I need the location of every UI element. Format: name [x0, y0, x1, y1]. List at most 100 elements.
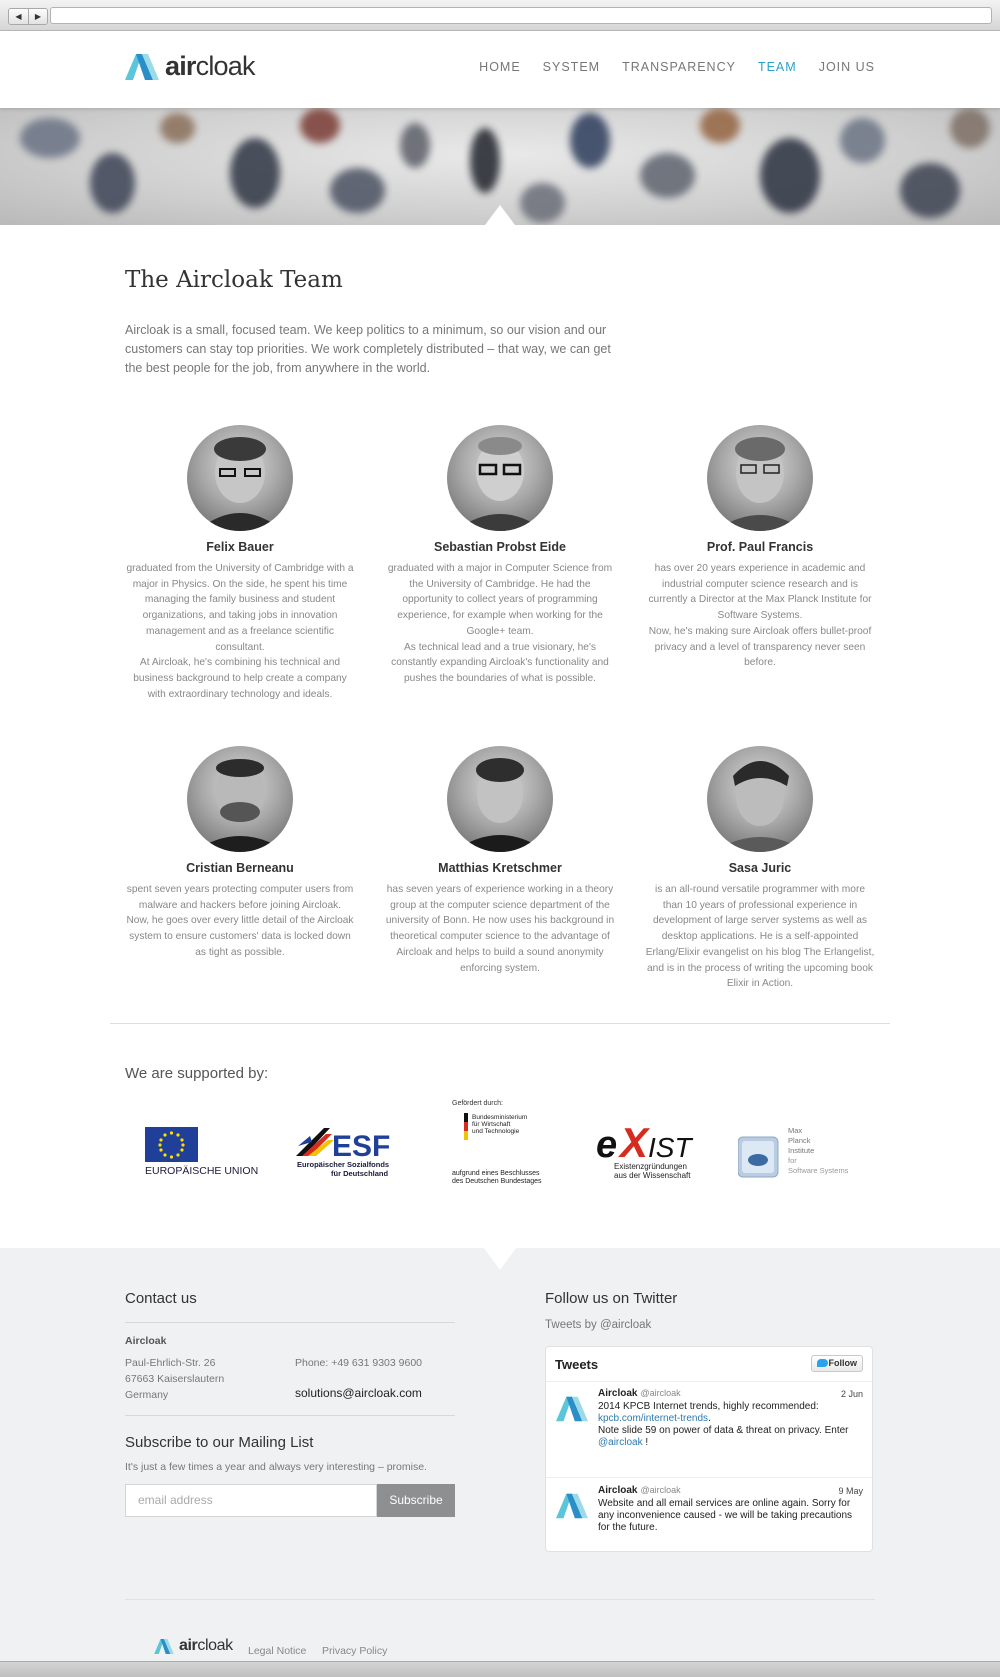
twitter-bird-icon — [817, 1359, 828, 1367]
hero-notch — [485, 205, 515, 225]
tweet-text: Website and all email services are onlin… — [598, 1498, 853, 1533]
nav-transparency[interactable]: TRANSPARENCY — [622, 60, 736, 74]
tweet-text: 2014 KPCB Internet trends, highly recomm… — [598, 1401, 849, 1448]
privacy-policy-link[interactable]: Privacy Policy — [322, 1645, 387, 1657]
forward-icon[interactable]: ▶ — [28, 9, 47, 24]
bmwi-funded-by: Gefördert durch: — [452, 1100, 503, 1107]
member-bio: has over 20 years experience in academic… — [648, 563, 872, 669]
nav-system[interactable]: SYSTEM — [543, 60, 600, 74]
mpi-line-3: Institute — [788, 1146, 814, 1155]
address-city: 67663 Kaiserslautern — [125, 1373, 225, 1385]
tweet-link[interactable]: kpcb.com/internet-trends — [598, 1413, 708, 1424]
contact-title: Contact us — [125, 1290, 197, 1307]
aircloak-logo[interactable]: aircloak — [125, 51, 255, 82]
eu-logo: EUROPÄISCHE UNION — [145, 1127, 258, 1177]
twitter-widget: Tweets Follow Aircloak @aircloak 2 Jun 20… — [545, 1346, 873, 1552]
back-icon[interactable]: ◀ — [9, 9, 28, 24]
email-input[interactable]: email address — [125, 1484, 377, 1517]
team-member: Cristian Berneanu spent seven years prot… — [125, 746, 355, 961]
aircloak-logo-icon — [154, 1638, 174, 1654]
contact-email-link[interactable]: solutions@aircloak.com — [295, 1385, 422, 1401]
bmwi-line-3: und Technologie — [472, 1128, 520, 1135]
bmwi-bottom-1: aufgrund eines Beschlusses — [452, 1170, 540, 1177]
member-photo — [187, 425, 293, 531]
member-name: Prof. Paul Francis — [706, 540, 814, 554]
member-bio: spent seven years protecting computer us… — [126, 884, 354, 958]
team-member: Sebastian Probst Eide graduated with a m… — [385, 425, 615, 687]
footer-notch — [484, 1248, 516, 1270]
aircloak-avatar-icon — [556, 1493, 588, 1519]
main-nav: HOME SYSTEM TRANSPARENCY TEAM JOIN US — [479, 60, 875, 74]
nav-team[interactable]: TEAM — [758, 60, 797, 74]
company-name: Aircloak — [125, 1335, 167, 1347]
legal-notice-link[interactable]: Legal Notice — [248, 1645, 306, 1657]
member-photo — [707, 425, 813, 531]
tweet-author[interactable]: Aircloak @aircloak — [598, 1388, 681, 1399]
browser-nav-buttons: ◀ ▶ — [8, 8, 48, 25]
mailing-divider — [125, 1415, 455, 1416]
member-photo — [707, 746, 813, 852]
esf-wordmark: ESF — [332, 1130, 390, 1163]
bmwi-logo: Gefördert durch: Bundesministerium für W… — [452, 1100, 542, 1185]
member-bio: has seven years of experience working in… — [385, 884, 615, 974]
bmwi-bottom-2: des Deutschen Bundestages — [452, 1178, 542, 1185]
follow-button[interactable]: Follow — [811, 1355, 863, 1372]
address-street: Paul-Ehrlich-Str. 26 — [125, 1357, 216, 1369]
tweet-mention[interactable]: @aircloak — [598, 1437, 643, 1448]
nav-home[interactable]: HOME — [479, 60, 521, 74]
exist-ist: IST — [648, 1132, 693, 1163]
member-name: Cristian Berneanu — [186, 861, 294, 875]
eu-label: EUROPÄISCHE UNION — [145, 1165, 258, 1177]
team-member: Matthias Kretschmer has seven years of e… — [385, 746, 615, 976]
member-photo — [447, 425, 553, 531]
mpi-logo: Max Planck Institute for Software System… — [738, 1126, 849, 1178]
tweet: Aircloak @aircloak 9 May Website and all … — [546, 1478, 872, 1568]
address-country: Germany — [125, 1389, 169, 1401]
member-name: Matthias Kretschmer — [438, 861, 562, 875]
footer-logo-wordmark: aircloak — [179, 1637, 233, 1654]
esf-line-1: Europäischer Sozialfonds — [297, 1160, 389, 1169]
exist-line-1: Existenzgründungen — [614, 1162, 687, 1171]
bmwi-line-1: Bundesministerium — [472, 1114, 527, 1121]
address-bar[interactable] — [50, 7, 992, 24]
mpi-line-2: Planck — [788, 1136, 811, 1145]
page-title: The Aircloak Team — [125, 267, 343, 293]
exist-e: e — [596, 1124, 617, 1166]
esf-logo: ESF Europäischer Sozialfonds für Deutsch… — [296, 1128, 390, 1178]
footer-divider — [125, 1599, 875, 1600]
tweet-date[interactable]: 9 May — [838, 1486, 863, 1496]
tweets-header: Tweets — [555, 1357, 599, 1372]
supporters-title: We are supported by: — [125, 1065, 269, 1082]
logo-wordmark: aircloak — [165, 51, 255, 81]
mpi-line-4: for — [788, 1156, 797, 1165]
exist-x: X — [618, 1119, 651, 1166]
member-photo — [447, 746, 553, 852]
contact-divider — [125, 1322, 455, 1323]
page: aircloak HOME SYSTEM TRANSPARENCY TEAM J… — [0, 31, 1000, 1661]
mpi-line-5: Software Systems — [788, 1166, 849, 1175]
team-intro: Aircloak is a small, focused team. We ke… — [125, 323, 611, 375]
subscribe-button[interactable]: Subscribe — [377, 1484, 455, 1517]
member-bio: graduated from the University of Cambrid… — [126, 563, 354, 700]
tweets-by-link[interactable]: Tweets by @aircloak — [545, 1317, 651, 1333]
member-bio: graduated with a major in Computer Scien… — [387, 563, 613, 684]
tweet: Aircloak @aircloak 2 Jun 2014 KPCB Intern… — [546, 1381, 872, 1471]
team-member: Sasa Juric is an all-round versatile pro… — [645, 746, 875, 992]
exist-logo: e X IST Existenzgründungen aus der Wisse… — [596, 1119, 693, 1180]
esf-line-2: für Deutschland — [331, 1169, 389, 1178]
member-name: Sebastian Probst Eide — [434, 540, 566, 554]
browser-status-bar — [0, 1661, 1000, 1677]
section-divider — [110, 1023, 890, 1024]
tweet-date[interactable]: 2 Jun — [841, 1389, 863, 1399]
nav-join-us[interactable]: JOIN US — [819, 60, 875, 74]
member-name: Felix Bauer — [206, 540, 274, 554]
twitter-title: Follow us on Twitter — [545, 1290, 678, 1307]
mpi-line-1: Max — [788, 1126, 802, 1135]
member-bio: is an all-round versatile programmer wit… — [645, 884, 875, 990]
tweet-author[interactable]: Aircloak @aircloak — [598, 1485, 681, 1496]
contact-phone: Phone: +49 631 9303 9600 — [295, 1357, 422, 1369]
member-photo — [187, 746, 293, 852]
footer-logo[interactable]: aircloak — [154, 1637, 233, 1655]
bmwi-line-2: für Wirtschaft — [472, 1121, 510, 1128]
mailing-title: Subscribe to our Mailing List — [125, 1434, 314, 1451]
